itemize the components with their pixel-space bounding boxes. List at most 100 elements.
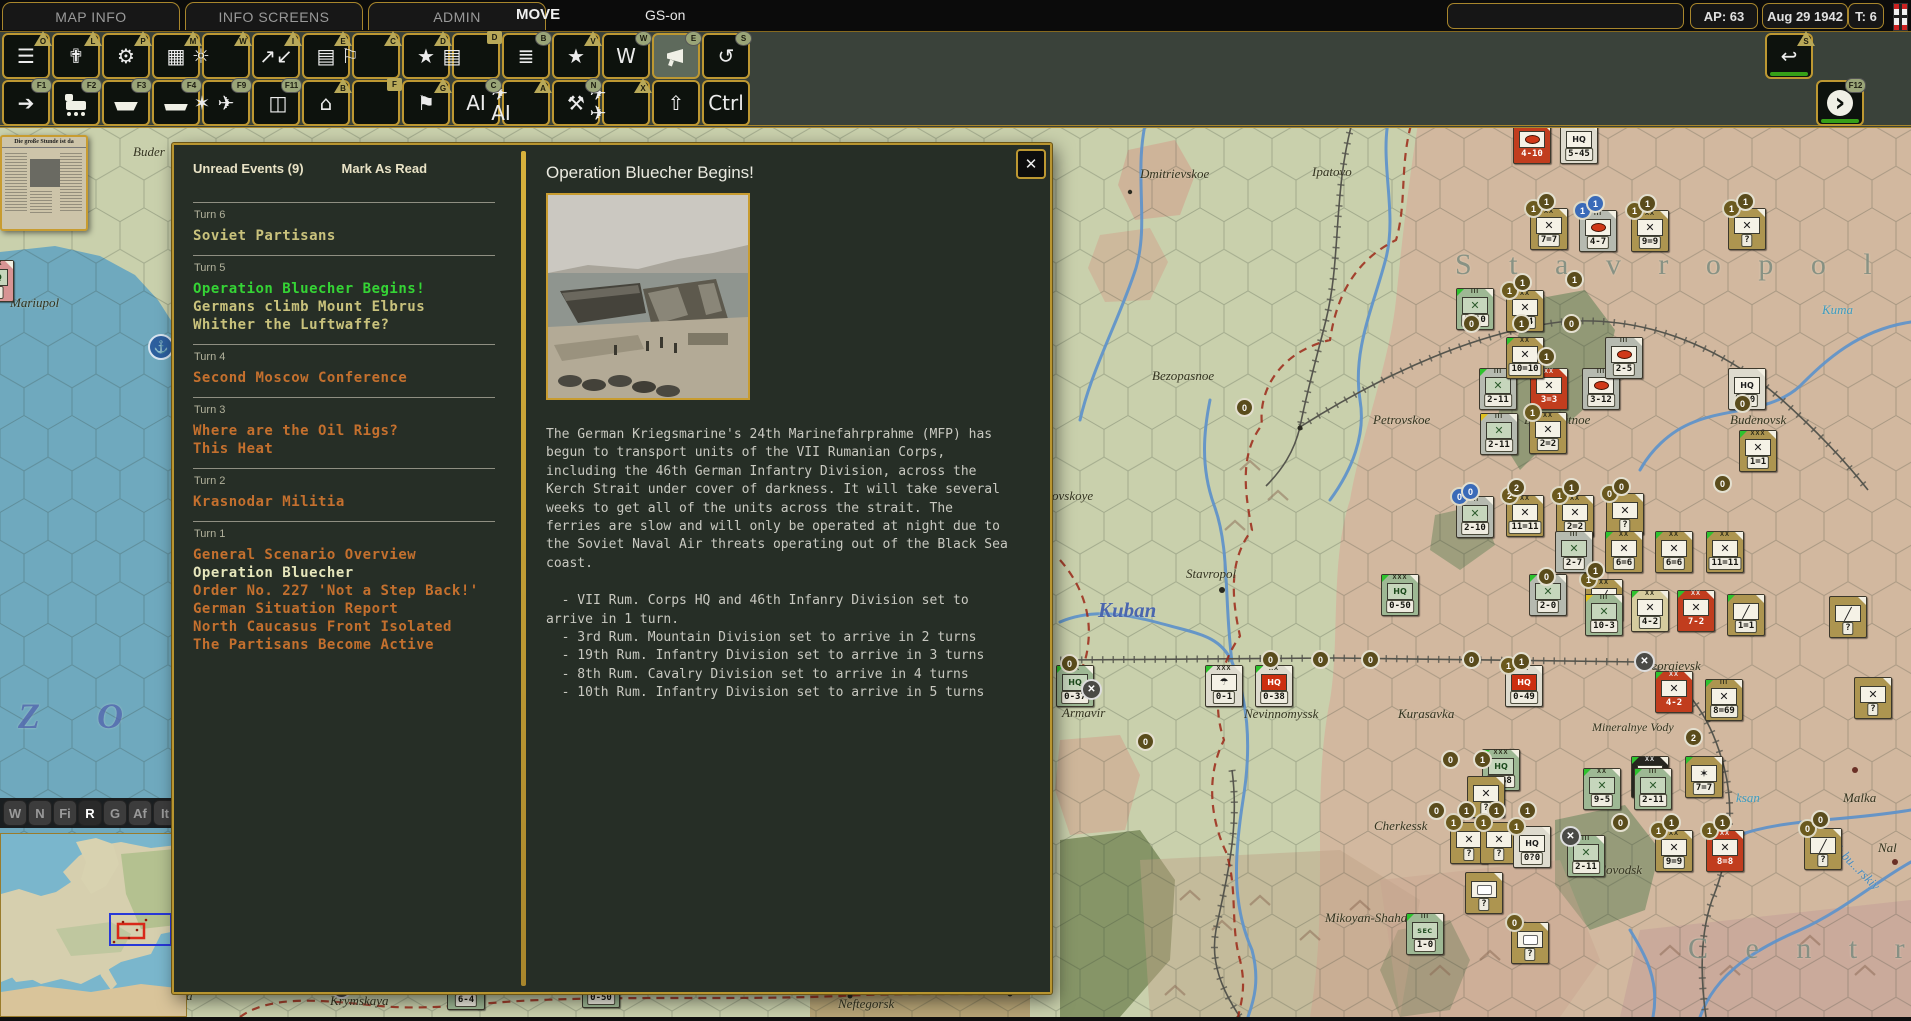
nation-filter-button[interactable]: G [103,800,127,826]
ai-air-button[interactable]: ✈AI A [502,80,550,126]
toolbar-icon: ▦ [167,46,186,66]
event-item[interactable]: This Heat [193,440,495,458]
rail-crossing-icon: ✕ [1634,651,1655,672]
messages-events-button[interactable]: E [652,33,700,79]
sea-transport-button[interactable]: F3 [102,80,150,126]
victory-screen-button[interactable]: ★ V [552,33,600,79]
event-item[interactable]: Whither the Luftwaffe? [193,316,495,334]
structures-button[interactable]: ◫ F [352,80,400,126]
move-mode-button[interactable]: ➔ F1 [2,80,50,126]
events-popup: Unread Events (9) Mark As Read Turn 6 So… [172,143,1052,994]
ctrl-key-button[interactable]: Ctrl [702,80,750,126]
turn-label: Turn 1 [194,528,495,540]
preferences-button[interactable]: ⚙ P [102,33,150,79]
nation-filter-bar: WNFiRGAfItB [0,798,179,828]
megaphone-icon [667,48,685,64]
event-item[interactable]: Krasnodar Militia [193,493,495,511]
turn-group: Turn 6 Soviet Partisans [193,202,495,255]
toolbar-icon: ☼ [192,46,210,66]
events-scrollbar[interactable] [521,151,526,986]
event-item[interactable]: Where are the Oil Rigs? [193,422,495,440]
rail-capacity-marker: 1 [1662,813,1681,832]
end-turn-button[interactable]: › F12 [1816,80,1864,126]
hotkey-badge: F12 [1845,78,1866,93]
toolbar-icon: ◫ [269,93,288,113]
event-photo [546,193,750,400]
game-date: Aug 29 1942 [1762,3,1848,29]
event-item[interactable]: Soviet Partisans [193,227,495,245]
undo-button[interactable]: ↩ S [1765,33,1813,79]
close-button[interactable]: ✕ [1016,149,1046,179]
event-item[interactable]: The Partisans Become Active [193,636,495,654]
briefing-book-button[interactable]: ≣ B [502,33,550,79]
rail-capacity-marker: 0 [1060,654,1079,673]
hotkey-badge: D [487,31,502,44]
rail-capacity-marker: 0 [1733,394,1752,413]
nation-filter-button[interactable]: N [28,800,52,826]
nation-filter-button[interactable]: Fi [53,800,77,826]
air-superiority-button[interactable]: ✈✈ X [602,80,650,126]
rail-capacity-marker: 0 [1713,474,1732,493]
unread-events-header: Unread Events (9) [193,161,304,176]
rail-capacity-marker: 1 [1736,192,1755,211]
gs-indicator: GS-on [645,7,685,23]
hotkey-badge: I [284,31,302,46]
toolbar-icon: ★ [417,46,435,66]
rail-capacity-marker: 1 [1586,194,1605,213]
turn-label: Turn 3 [194,404,495,416]
newspaper-event-thumbnail[interactable]: Die große Stunde ist da [0,135,88,231]
turn-group: Turn 2 Krasnodar Militia [193,468,495,521]
weather-report-button[interactable]: ☼ W [202,33,250,79]
rail-crossing-icon: ✕ [1081,679,1102,700]
hotkey-badge: W [635,31,652,46]
shift-key-button[interactable]: ⇧ [652,80,700,126]
hotkey-badge: F11 [281,78,302,93]
action-cards-button[interactable]: ⚐ C [352,33,400,79]
nation-filter-button[interactable]: W [3,800,27,826]
event-item[interactable]: North Caucasus Front Isolated [193,618,495,636]
hotkey-badge: F9 [231,78,252,93]
hotkey-badge: E [685,31,702,46]
orders-report-button[interactable]: ☰ O [2,33,50,79]
turn-group: Turn 4 Second Moscow Conference [193,344,495,397]
event-item[interactable]: Operation Bluecher [193,564,495,582]
hotkey-badge: W [234,31,252,46]
event-item[interactable]: Operation Bluecher Begins! [193,280,495,298]
hotkey-badge: M [184,31,202,46]
strategic-minimap[interactable] [0,833,187,1017]
scenario-restart-button[interactable]: ↺ S [702,33,750,79]
turn-label: Turn 4 [194,351,495,363]
hotkey-badge: B [334,78,352,93]
main-tab[interactable]: MAP INFO [2,2,180,30]
rail-capacity-marker: 1 [1473,750,1492,769]
rail-capacity-marker: 1 [1537,192,1556,211]
mode-indicator: MOVE [516,6,560,23]
rail-capacity-marker: 1 [1638,194,1657,213]
rail-transport-button[interactable]: F2 [52,80,100,126]
wiki-button[interactable]: W W [602,33,650,79]
nation-filter-button[interactable]: Af [128,800,152,826]
losses-report-button[interactable]: ✟ L [52,33,100,79]
mark-as-read-button[interactable]: Mark As Read [342,161,428,176]
newspaper-photo [30,159,60,187]
rail-capacity-marker: 0 [1537,567,1556,586]
event-item[interactable]: General Scenario Overview [193,546,495,564]
hotkey-badge: B [535,31,552,46]
train-icon [66,101,86,110]
event-item[interactable]: Second Moscow Conference [193,369,495,387]
rail-capacity-marker: 1 [1512,314,1531,333]
hotkey-badge: D [434,31,452,46]
event-item[interactable]: Germans climb Mount Elbrus [193,298,495,316]
transfer-screen-button[interactable]: ↗↙ I [252,33,300,79]
objective-flags-button[interactable]: ⚑ G [402,80,450,126]
event-item[interactable]: Order No. 227 'Not a Step Back!' [193,582,495,600]
main-tab[interactable]: INFO SCREENS [185,2,363,30]
rail-capacity-marker: 1 [1518,801,1537,820]
turn-label: Turn 5 [194,262,495,274]
oob-list-button[interactable]: ▤ D [452,33,500,79]
barge-icon [164,104,188,111]
toolbar-reports: ☰ O ✟ L ⚙ P ▦ M [0,32,1911,80]
event-item[interactable]: German Situation Report [193,600,495,618]
nation-filter-button[interactable]: R [78,800,102,826]
toolbar-icon: ✟ [68,46,85,66]
